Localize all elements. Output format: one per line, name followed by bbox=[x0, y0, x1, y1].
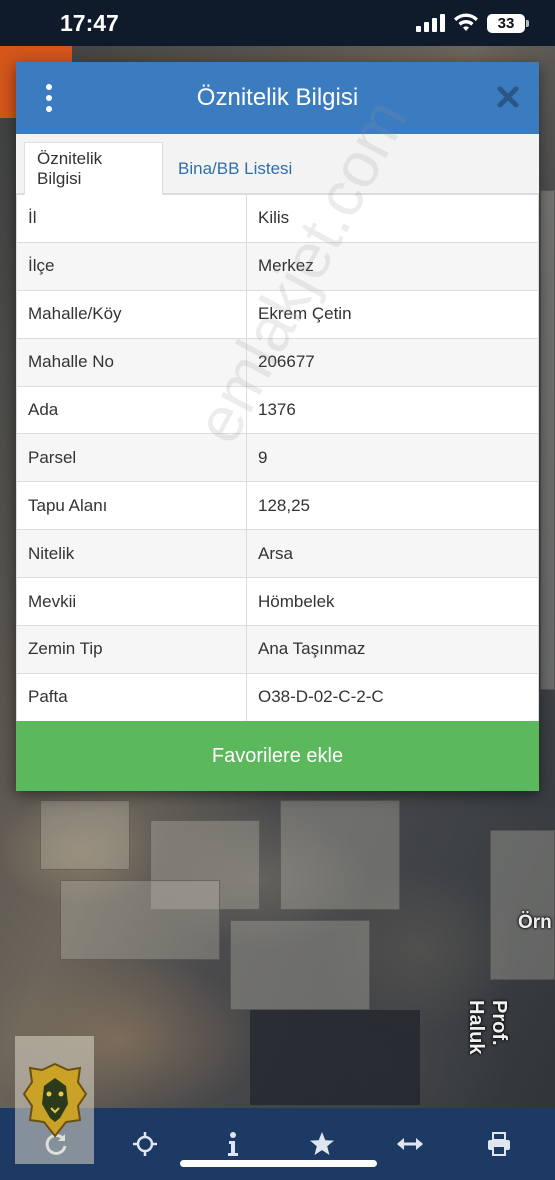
table-row: Mahalle No 206677 bbox=[16, 337, 539, 387]
map-building bbox=[490, 830, 555, 980]
map-building bbox=[280, 800, 400, 910]
map-building bbox=[250, 1010, 420, 1105]
attribute-key: İlçe bbox=[16, 241, 247, 291]
road-label: Örn bbox=[518, 912, 552, 933]
attribute-dialog: Öznitelik Bilgisi Öznitelik Bilgisi Bina… bbox=[16, 62, 539, 791]
attribute-value: Ekrem Çetin bbox=[246, 289, 539, 339]
table-row: Nitelik Arsa bbox=[16, 529, 539, 579]
road-label: Prof. Haluk bbox=[465, 1000, 510, 1055]
map-building bbox=[40, 800, 130, 870]
tab-building-list[interactable]: Bina/BB Listesi bbox=[166, 142, 304, 195]
wifi-icon bbox=[454, 13, 478, 31]
table-row: Tapu Alanı 128,25 bbox=[16, 481, 539, 531]
close-icon[interactable] bbox=[495, 84, 521, 110]
battery-icon: 33 bbox=[487, 13, 529, 33]
map-building bbox=[540, 190, 555, 690]
attribute-value: Hömbelek bbox=[246, 577, 539, 627]
add-to-favorites-button[interactable]: Favorilere ekle bbox=[16, 721, 539, 791]
tab-attribute-info[interactable]: Öznitelik Bilgisi bbox=[24, 142, 163, 195]
table-row: Zemin Tip Ana Taşınmaz bbox=[16, 625, 539, 674]
dialog-header: Öznitelik Bilgisi bbox=[16, 62, 539, 134]
attribute-value: 128,25 bbox=[246, 481, 539, 531]
attribute-value: O38-D-02-C-2-C bbox=[246, 672, 539, 722]
map-building bbox=[60, 880, 220, 960]
attribute-value: Kilis bbox=[246, 194, 539, 243]
attribute-value: Ana Taşınmaz bbox=[246, 625, 539, 674]
attribute-key: Pafta bbox=[16, 672, 247, 722]
attribute-key: Parsel bbox=[16, 433, 247, 483]
status-icons: 33 bbox=[416, 13, 529, 33]
home-indicator[interactable] bbox=[180, 1160, 377, 1167]
attribute-value: 206677 bbox=[246, 337, 539, 387]
table-row: Parsel 9 bbox=[16, 433, 539, 483]
clock: 17:47 bbox=[60, 9, 119, 36]
attribute-table: İl Kilis İlçe Merkez Mahalle/Köy Ekrem Çeti… bbox=[16, 194, 539, 722]
measure-icon[interactable] bbox=[390, 1124, 430, 1164]
attribute-key: Mahalle No bbox=[16, 337, 247, 387]
table-row: Mevkii Hömbelek bbox=[16, 577, 539, 627]
attribute-value: 9 bbox=[246, 433, 539, 483]
attribute-value: Arsa bbox=[246, 529, 539, 579]
map-building bbox=[230, 920, 370, 1010]
locate-icon[interactable] bbox=[125, 1124, 165, 1164]
star-icon[interactable] bbox=[302, 1124, 342, 1164]
dialog-title: Öznitelik Bilgisi bbox=[196, 84, 359, 111]
attribute-key: İl bbox=[16, 194, 247, 243]
attribute-key: Zemin Tip bbox=[16, 625, 247, 674]
table-row: Ada 1376 bbox=[16, 385, 539, 435]
lion-logo bbox=[15, 1036, 94, 1164]
attribute-key: Ada bbox=[16, 385, 247, 435]
print-icon[interactable] bbox=[479, 1124, 519, 1164]
attribute-key: Tapu Alanı bbox=[16, 481, 247, 531]
attribute-key: Nitelik bbox=[16, 529, 247, 579]
attribute-value: 1376 bbox=[246, 385, 539, 435]
attribute-key: Mevkii bbox=[16, 577, 247, 627]
table-row: İl Kilis bbox=[16, 194, 539, 243]
status-bar: 17:47 33 bbox=[0, 0, 555, 46]
tab-bar: Öznitelik Bilgisi Bina/BB Listesi bbox=[16, 134, 539, 195]
info-icon[interactable] bbox=[213, 1124, 253, 1164]
table-row: Mahalle/Köy Ekrem Çetin bbox=[16, 289, 539, 339]
attribute-key: Mahalle/Köy bbox=[16, 289, 247, 339]
kebab-menu-icon[interactable] bbox=[44, 84, 54, 112]
table-row: İlçe Merkez bbox=[16, 241, 539, 291]
table-row: Pafta O38-D-02-C-2-C bbox=[16, 672, 539, 722]
cellular-signal-icon bbox=[416, 14, 445, 32]
attribute-value: Merkez bbox=[246, 241, 539, 291]
